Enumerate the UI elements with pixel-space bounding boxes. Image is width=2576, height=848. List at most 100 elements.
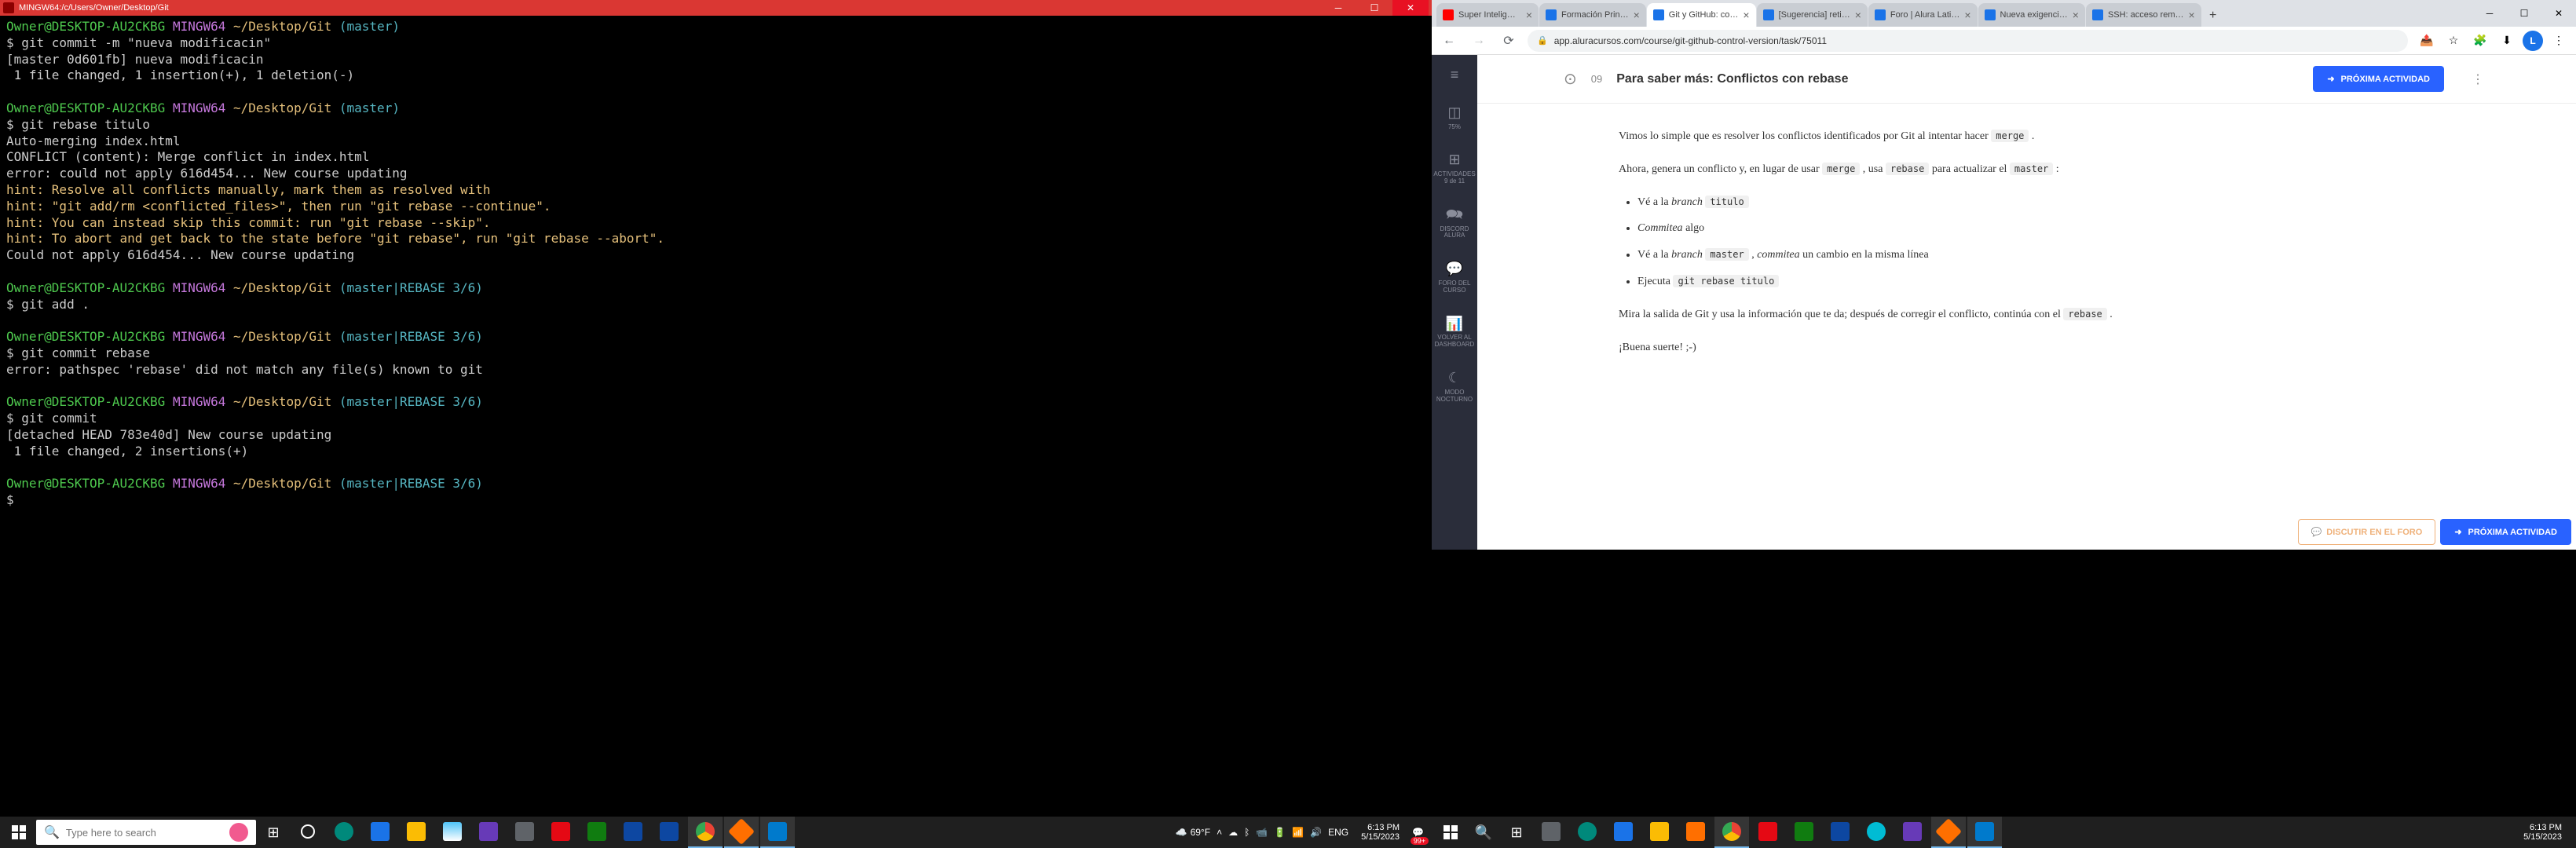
wifi-icon[interactable]: 📶: [1292, 827, 1304, 838]
weather-widget[interactable]: ☁️69°F: [1176, 827, 1210, 838]
profile-avatar[interactable]: L: [2523, 31, 2543, 51]
gitbash-button[interactable]: [1931, 817, 1966, 848]
clock-time: 6:13 PM: [2523, 823, 2562, 832]
sidebar-actividades[interactable]: ⊞ACTIVIDADES 9 de 11: [1432, 149, 1476, 188]
tab-close-icon[interactable]: ×: [2073, 9, 2079, 21]
next-activity-button-footer[interactable]: ➜PRÓXIMA ACTIVIDAD: [2440, 519, 2571, 545]
maximize-button[interactable]: ☐: [2507, 0, 2541, 27]
task-view-button[interactable]: ⊞: [258, 817, 289, 848]
tray-expand-icon[interactable]: ˄: [1217, 827, 1222, 838]
sidebar-dashboard[interactable]: 📊VOLVER AL DASHBOARD: [1433, 313, 1476, 352]
vscode-button[interactable]: [1967, 817, 2002, 848]
tab-close-icon[interactable]: ×: [1855, 9, 1861, 21]
clock[interactable]: 6:13 PM 5/15/2023: [1355, 823, 1406, 842]
file-explorer-button[interactable]: [1642, 817, 1677, 848]
close-button[interactable]: ✕: [1392, 0, 1429, 16]
netflix-button[interactable]: [1751, 817, 1785, 848]
battery-icon[interactable]: 🔋: [1274, 827, 1286, 838]
edge-button[interactable]: [1570, 817, 1605, 848]
tab-close-icon[interactable]: ×: [1964, 9, 1970, 21]
netflix-button[interactable]: [543, 817, 578, 848]
tab-close-icon[interactable]: ×: [1526, 9, 1532, 21]
netflix-icon: [1758, 822, 1777, 841]
share-button[interactable]: 📤: [2416, 30, 2438, 52]
premiere-button[interactable]: [616, 817, 650, 848]
search-button[interactable]: 🔍: [1468, 817, 1499, 848]
xbox-button[interactable]: [580, 817, 614, 848]
mail-button[interactable]: 99+: [363, 817, 397, 848]
notifications-icon[interactable]: 💬: [1412, 827, 1424, 838]
photoshop-button[interactable]: [652, 817, 686, 848]
bluetooth-icon[interactable]: ᛒ: [1244, 827, 1250, 838]
search-input[interactable]: [66, 827, 223, 839]
task-view-button[interactable]: ⊞: [1501, 817, 1532, 848]
search-box[interactable]: 🔍: [36, 820, 256, 845]
tab-nueva[interactable]: Nueva exigenci…×: [1978, 3, 2085, 27]
copilot-icon: [1867, 822, 1886, 841]
minimize-button[interactable]: ─: [1320, 0, 1356, 16]
tab-close-icon[interactable]: ×: [1743, 9, 1749, 21]
sidebar-night-mode[interactable]: ☾MODO NOCTURNO: [1435, 367, 1474, 406]
search-icon: 🔍: [1475, 824, 1492, 841]
reload-button[interactable]: ⟳: [1498, 30, 1520, 52]
chrome-button[interactable]: [688, 817, 723, 848]
lesson-menu-button[interactable]: ⋮: [2466, 68, 2490, 91]
vscode-button[interactable]: [760, 817, 795, 848]
tab-close-icon[interactable]: ×: [1634, 9, 1640, 21]
next-activity-button[interactable]: ➜PRÓXIMA ACTIVIDAD: [2313, 66, 2444, 92]
file-explorer-button[interactable]: [399, 817, 434, 848]
sidebar-menu-toggle[interactable]: ≡: [1449, 64, 1461, 86]
tab-sugerencia[interactable]: [Sugerencia] reti…×: [1757, 3, 1868, 27]
paint-button[interactable]: [435, 817, 470, 848]
forward-button[interactable]: →: [1468, 30, 1490, 52]
sidebar-foro[interactable]: 💬FORO DEL CURSO: [1437, 258, 1473, 297]
volume-icon[interactable]: 🔊: [1310, 827, 1322, 838]
chrome-button[interactable]: [1714, 817, 1749, 848]
premiere-button[interactable]: [1823, 817, 1857, 848]
back-to-list-icon[interactable]: ⊙: [1564, 69, 1577, 89]
start-button[interactable]: [3, 817, 35, 848]
bookmark-button[interactable]: ☆: [2442, 30, 2464, 52]
tab-git-github[interactable]: Git y GitHub: co…×: [1647, 3, 1756, 27]
url-input[interactable]: 🔒 app.aluracursos.com/course/git-github-…: [1528, 30, 2408, 52]
copilot-button[interactable]: [1859, 817, 1894, 848]
back-button[interactable]: ←: [1438, 30, 1460, 52]
store-button[interactable]: [507, 817, 542, 848]
system-tray: 6:13 PM 5/15/2023: [2517, 823, 2573, 842]
code-titulo: titulo: [1705, 196, 1748, 208]
tab-formacion[interactable]: Formación Prin…×: [1539, 3, 1646, 27]
edge-button[interactable]: [327, 817, 361, 848]
lang-indicator[interactable]: ENG: [1328, 827, 1348, 838]
brave-button[interactable]: [1678, 817, 1713, 848]
tab-ssh[interactable]: SSH: acceso rem…×: [2086, 3, 2201, 27]
tab-close-icon[interactable]: ×: [2189, 9, 2195, 21]
download-button[interactable]: ⬇: [2496, 30, 2518, 52]
close-button[interactable]: ✕: [2541, 0, 2576, 27]
mail-button[interactable]: [1606, 817, 1641, 848]
sidebar-progress[interactable]: ◫75%: [1446, 102, 1462, 134]
start-button[interactable]: [1435, 817, 1466, 848]
clock[interactable]: 6:13 PM 5/15/2023: [2517, 823, 2568, 842]
terminal-body[interactable]: Owner@DESKTOP-AU2CKBG MINGW64 ~/Desktop/…: [0, 16, 1432, 817]
vs-button[interactable]: [471, 817, 506, 848]
discuss-forum-button[interactable]: 💬DISCUTIR EN EL FORO: [2298, 519, 2436, 545]
new-tab-button[interactable]: +: [2202, 5, 2224, 27]
terminal-titlebar[interactable]: MINGW64:/c/Users/Owner/Desktop/Git ─ ☐ ✕: [0, 0, 1432, 16]
extensions-button[interactable]: 🧩: [2469, 30, 2491, 52]
teams-button[interactable]: [1895, 817, 1930, 848]
lesson-title: Para saber más: Conflictos con rebase: [1616, 72, 2299, 86]
minimize-button[interactable]: ─: [2472, 0, 2507, 27]
tab-foro[interactable]: Foro | Alura Lati…×: [1868, 3, 1978, 27]
menu-button[interactable]: ⋮: [2548, 30, 2570, 52]
store-button[interactable]: [1534, 817, 1568, 848]
meet-now-icon[interactable]: 📹: [1256, 827, 1268, 838]
xbox-button[interactable]: [1787, 817, 1821, 848]
sidebar-discord[interactable]: 🗪DISCORD ALURA: [1439, 204, 1471, 243]
gitbash-button[interactable]: [724, 817, 759, 848]
maximize-button[interactable]: ☐: [1356, 0, 1392, 16]
tab-youtube[interactable]: Super Intelig…×: [1436, 3, 1539, 27]
cortana-button[interactable]: [291, 817, 325, 848]
onedrive-icon[interactable]: ☁: [1228, 827, 1238, 838]
alura-icon: [1875, 9, 1886, 20]
alura-icon: [1653, 9, 1664, 20]
